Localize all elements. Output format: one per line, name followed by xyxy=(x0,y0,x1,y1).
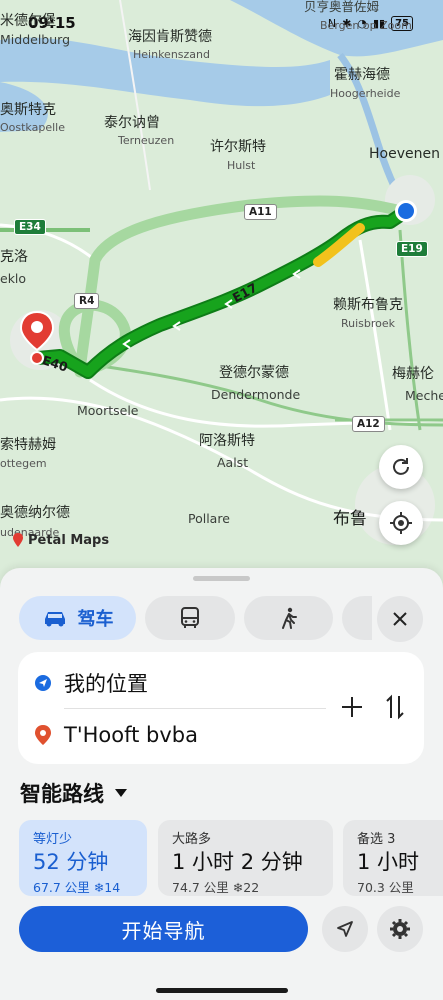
map-label-bergen: Bergen op Zoom xyxy=(320,19,412,32)
car-icon xyxy=(44,612,65,627)
route-duration: 1 小时 xyxy=(357,850,420,874)
route-options-header[interactable]: 智能路线 xyxy=(20,778,128,808)
route-distance: 67.7 公里 xyxy=(33,880,90,895)
route-option-2[interactable]: 大路多 1 小时 2 分钟 74.7 公里 ❄22 xyxy=(158,820,333,896)
road-shield-a11: A11 xyxy=(244,204,277,220)
navigate-arrow-icon xyxy=(337,921,353,937)
map-label-oostkapelle: Oostkapelle xyxy=(0,121,65,134)
attribution-text: Petal Maps xyxy=(28,532,110,548)
map-label-hulst: Hulst xyxy=(227,159,256,172)
route-duration: 1 小时 2 分钟 xyxy=(172,850,303,874)
map-label-heinkenszand-cn: 海因肯斯赞德 xyxy=(128,29,212,45)
mode-drive-tab[interactable]: 驾车 xyxy=(19,596,136,640)
map-label-ruisbroek-cn: 赖斯布鲁克 xyxy=(333,297,403,313)
map-label-mechelen-cn: 梅赫伦 xyxy=(392,366,434,382)
map-label-heinkenszand: Heinkenszand xyxy=(133,48,210,61)
map-label-terneuzen: Terneuzen xyxy=(118,134,175,147)
route-tag: 大路多 xyxy=(172,832,212,847)
map-label-middelburg-cn: 米德尔堡 xyxy=(0,13,56,29)
route-lights: 14 xyxy=(104,880,121,895)
map-label-bergen-cn: 贝亨奥普佐姆 xyxy=(304,0,380,14)
route-option-3[interactable]: 备选 3 1 小时 70.3 公里 xyxy=(343,820,443,896)
route-planner-sheet: 驾车 我的位置 T'Hooft bvba 智能路线 等灯少 52 分钟 67.7… xyxy=(0,568,443,1000)
route-option-1[interactable]: 等灯少 52 分钟 67.7 公里 ❄14 xyxy=(19,820,147,896)
origin-row[interactable]: 我的位置 xyxy=(18,658,328,708)
map-label-dendermonde-cn: 登德尔蒙德 xyxy=(219,365,289,381)
route-meta: 74.7 公里 ❄22 xyxy=(172,877,259,896)
gear-icon xyxy=(390,919,410,939)
destination-pin-icon[interactable] xyxy=(18,310,56,366)
map-label-dendermonde: Dendermonde xyxy=(211,387,301,402)
road-shield-e19: E19 xyxy=(396,241,428,257)
map-label-middelburg: Middelburg xyxy=(0,32,71,47)
home-indicator[interactable] xyxy=(156,988,288,993)
route-settings-button[interactable] xyxy=(377,906,423,952)
map-label-oostkapelle-cn: 奥斯特克 xyxy=(0,102,56,118)
refresh-icon xyxy=(393,458,409,475)
sheet-drag-handle[interactable] xyxy=(193,576,250,581)
destination-text: T'Hooft bvba xyxy=(64,723,198,747)
petal-maps-logo-icon xyxy=(13,533,23,547)
map-label-pollare: Pollare xyxy=(188,511,230,526)
map-label-aalst: Aalst xyxy=(217,455,249,470)
map-label-hoogerheide-cn: 霍赫海德 xyxy=(334,67,390,83)
map-label-eeklo: eklo xyxy=(0,271,27,286)
road-shield-e34: E34 xyxy=(14,219,46,235)
my-location-button[interactable] xyxy=(379,501,423,545)
destination-row[interactable]: T'Hooft bvba xyxy=(18,710,328,760)
map-view[interactable]: 09:15 N ✱ ◔ ▮▮ 75 米德尔堡 Middelburg 海因肯斯赞德… xyxy=(0,0,443,600)
map-label-mechelen: Meche xyxy=(405,388,443,403)
map-attribution: Petal Maps xyxy=(12,532,109,548)
route-tag: 等灯少 xyxy=(33,832,73,847)
map-label-oudenaarde-cn: 奥德纳尔德 xyxy=(0,505,70,521)
start-navigation-button[interactable]: 开始导航 xyxy=(19,906,308,952)
map-label-hulst-cn: 许尔斯特 xyxy=(210,139,266,155)
map-label-zottegem-cn: 索特赫姆 xyxy=(0,437,56,453)
add-stop-icon[interactable] xyxy=(340,695,364,719)
bus-icon xyxy=(181,607,199,628)
map-label-zottegem: ottegem xyxy=(0,457,47,470)
route-distance: 70.3 公里 xyxy=(357,880,414,895)
map-label-brussels-cn: 布鲁 xyxy=(333,509,367,529)
road-shield-r4: R4 xyxy=(74,293,100,309)
road-shield-a12: A12 xyxy=(352,416,385,432)
route-options-title: 智能路线 xyxy=(20,782,104,806)
traffic-light-icon: ❄ xyxy=(93,880,105,895)
map-label-hoogerheide: Hoogerheide xyxy=(330,87,401,100)
origin-text: 我的位置 xyxy=(64,672,148,696)
swap-icon[interactable] xyxy=(384,694,406,720)
route-lights: 22 xyxy=(243,880,260,895)
walk-icon xyxy=(281,607,297,629)
map-label-moortsele: Moortsele xyxy=(77,403,139,418)
traffic-light-icon: ❄ xyxy=(232,880,244,895)
map-label-aalst-cn: 阿洛斯特 xyxy=(199,433,255,449)
mode-walk-tab[interactable] xyxy=(244,596,333,640)
caret-down-icon xyxy=(115,789,127,797)
map-label-hoevenen: Hoevenen xyxy=(369,146,440,162)
refresh-route-button[interactable] xyxy=(379,445,423,489)
map-label-eeklo-cn: 克洛 xyxy=(0,249,28,265)
locate-icon xyxy=(390,512,412,534)
destination-marker-icon xyxy=(35,725,51,745)
share-route-button[interactable] xyxy=(322,906,368,952)
route-tag: 备选 3 xyxy=(357,832,396,847)
route-distance: 74.7 公里 xyxy=(172,880,229,895)
map-label-ruisbroek: Ruisbroek xyxy=(341,317,396,330)
close-icon xyxy=(393,612,407,626)
close-button[interactable] xyxy=(377,596,423,642)
mode-drive-label: 驾车 xyxy=(77,609,114,630)
map-label-terneuzen-cn: 泰尔讷曾 xyxy=(104,115,160,131)
waypoints-card: 我的位置 T'Hooft bvba xyxy=(18,652,424,764)
route-meta: 67.7 公里 ❄14 xyxy=(33,877,120,896)
waypoint-divider xyxy=(64,708,326,709)
mode-transit-tab[interactable] xyxy=(145,596,235,640)
route-duration: 52 分钟 xyxy=(33,850,109,874)
origin-location-icon xyxy=(35,675,51,691)
route-meta: 70.3 公里 xyxy=(357,877,414,896)
mode-more-tab[interactable] xyxy=(342,596,372,640)
